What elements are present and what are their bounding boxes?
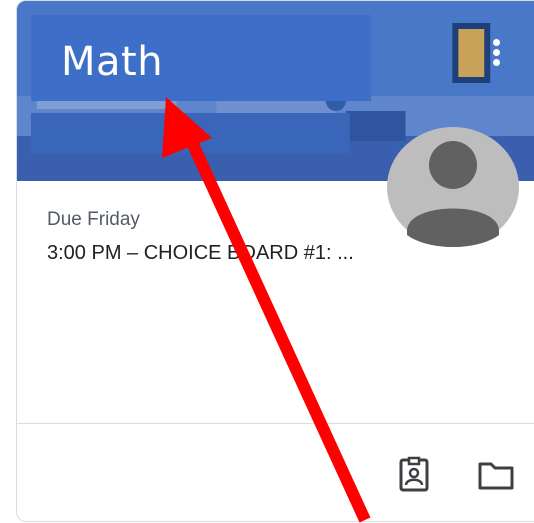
class-card[interactable]: Math Due Friday 3:00 PM – CHOICE BOARD #… [16,0,534,522]
divider [17,423,534,424]
assignment-ind-icon[interactable] [395,456,435,496]
person-avatar-icon [387,127,519,247]
assignment-link[interactable]: 3:00 PM – CHOICE BOARD #1: ... [47,242,354,265]
more-vert-icon[interactable] [487,37,505,77]
class-title[interactable]: Math [61,39,163,85]
due-label: Due Friday [47,209,140,230]
folder-icon[interactable] [476,456,516,496]
